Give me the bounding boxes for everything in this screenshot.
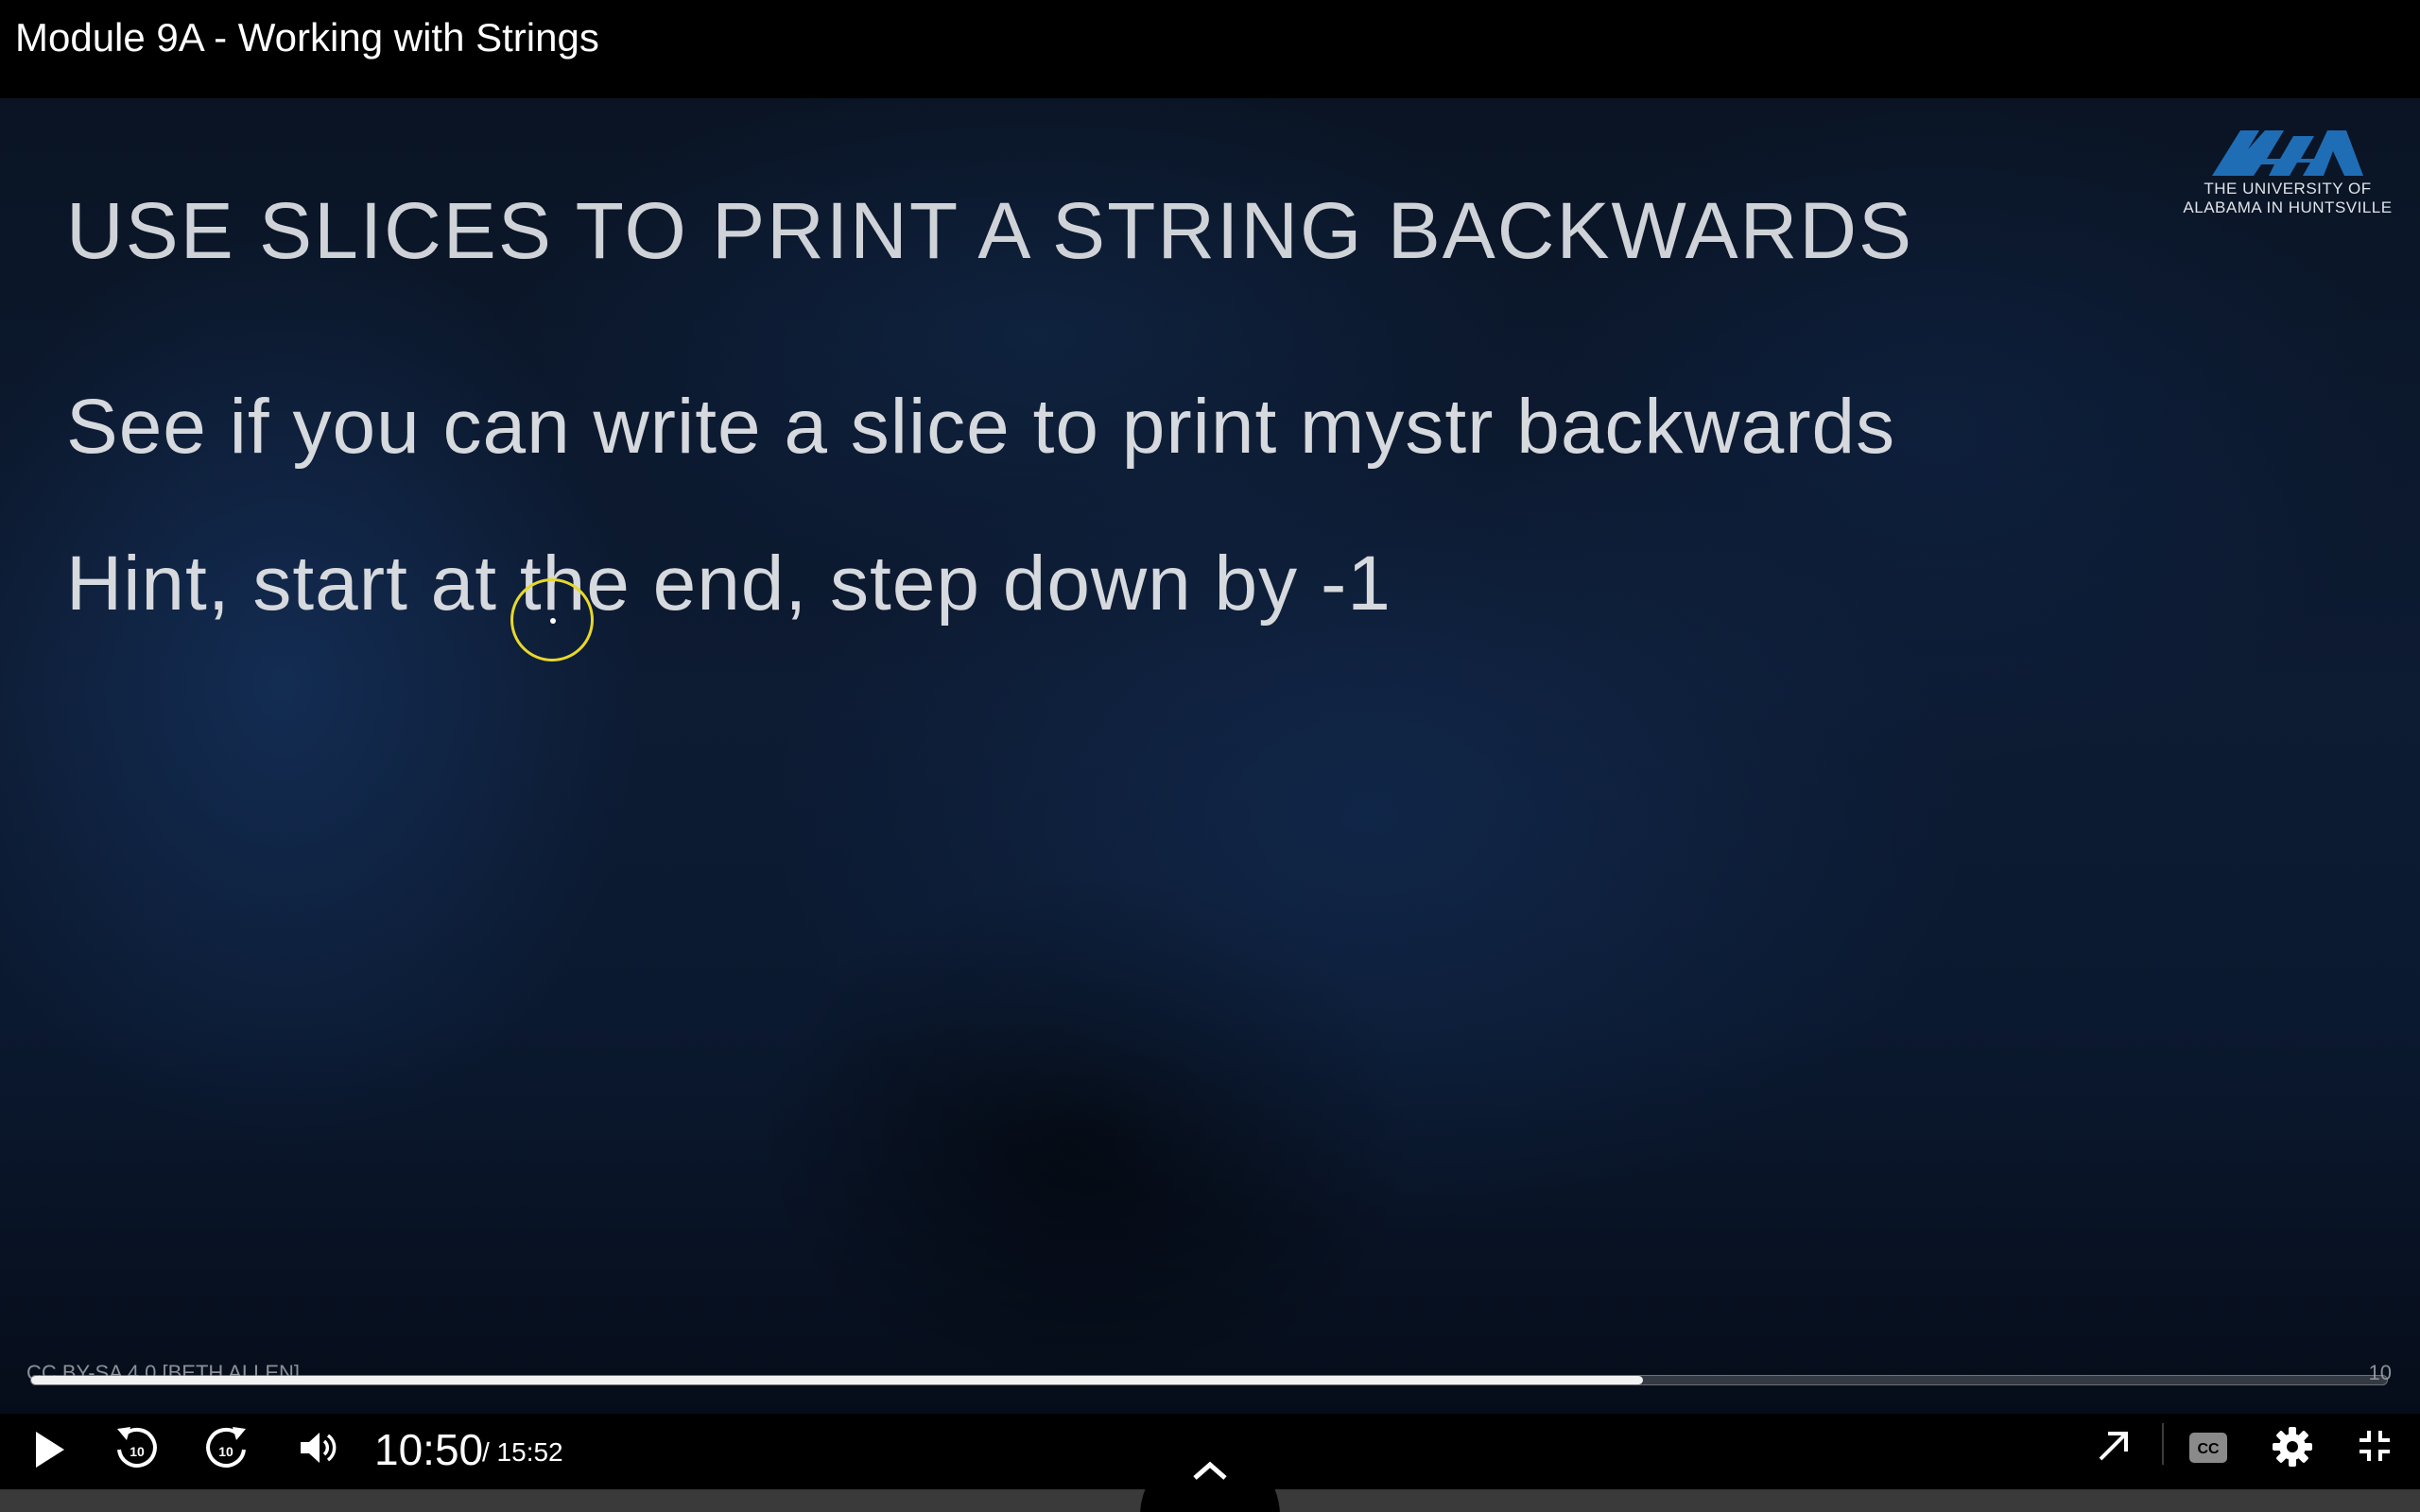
video-frame[interactable]: USE SLICES TO PRINT A STRING BACKWARDS S… <box>0 98 2420 1414</box>
gear-icon <box>2273 1427 2312 1467</box>
slide-heading: USE SLICES TO PRINT A STRING BACKWARDS <box>66 186 1914 275</box>
volume-icon <box>301 1433 337 1463</box>
captions-button[interactable]: CC <box>2182 1423 2235 1472</box>
exit-fullscreen-button[interactable] <box>2350 1421 2399 1470</box>
video-player: Module 9A - Working with Strings USE SLI… <box>0 0 2420 1512</box>
settings-button[interactable] <box>2265 1419 2320 1474</box>
popout-button[interactable] <box>2089 1421 2138 1470</box>
current-time: 10:50 <box>374 1425 484 1474</box>
cursor-dot <box>550 618 556 624</box>
university-logo: THE UNIVERSITY OF ALABAMA IN HUNTSVILLE <box>2174 127 2401 221</box>
slide-text-line: Hint, start at the end, step down by -1 <box>66 541 1392 627</box>
svg-text:CC: CC <box>2197 1441 2220 1457</box>
slide-text-line: See if you can write a slice to print my… <box>66 384 1896 470</box>
forward-10-icon: 10 <box>206 1427 246 1468</box>
volume-button[interactable] <box>291 1421 344 1474</box>
title-bar: Module 9A - Working with Strings <box>0 0 2420 98</box>
progress-fill <box>31 1376 1643 1384</box>
play-button[interactable] <box>23 1423 76 1476</box>
total-time: / 15:52 <box>482 1437 563 1467</box>
exit-fullscreen-icon <box>2360 1431 2390 1461</box>
uah-logo-mark <box>2212 130 2363 176</box>
popout-icon <box>2099 1432 2128 1461</box>
control-divider <box>2162 1423 2164 1465</box>
rewind-10-icon: 10 <box>117 1427 157 1468</box>
progress-bar[interactable] <box>30 1375 2388 1385</box>
video-title: Module 9A - Working with Strings <box>15 15 599 60</box>
chevron-up-icon <box>1193 1461 1227 1480</box>
play-icon <box>36 1432 64 1468</box>
rewind-label: 10 <box>130 1444 145 1459</box>
logo-text: ALABAMA IN HUNTSVILLE <box>2183 198 2393 216</box>
forward-10-button[interactable]: 10 <box>199 1419 255 1476</box>
forward-label: 10 <box>218 1444 233 1459</box>
logo-text: THE UNIVERSITY OF <box>2204 180 2372 198</box>
rewind-10-button[interactable]: 10 <box>108 1419 164 1476</box>
captions-icon: CC <box>2189 1433 2227 1463</box>
